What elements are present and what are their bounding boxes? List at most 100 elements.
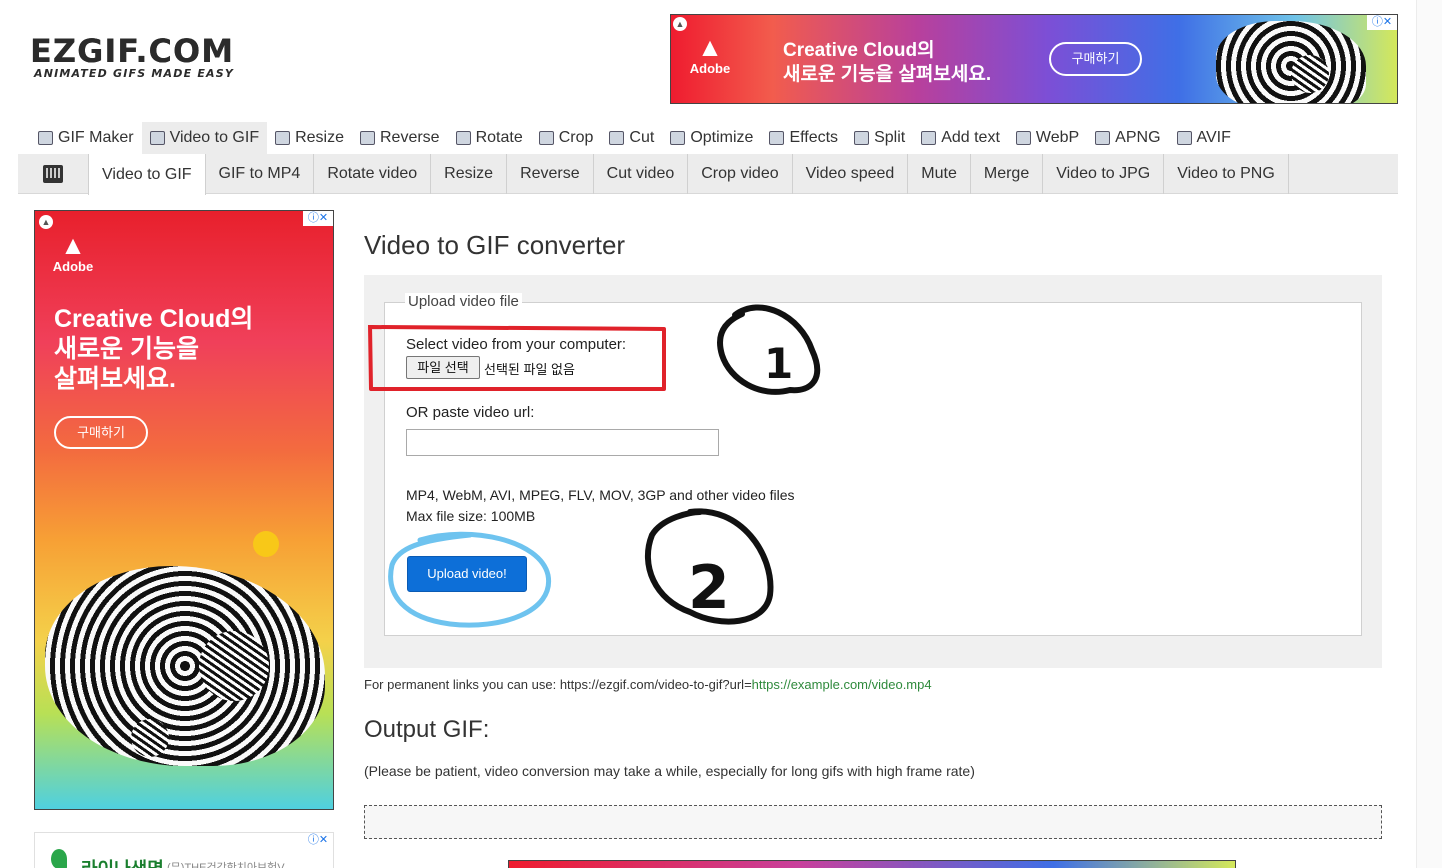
sub-nav: Video to GIF GIF to MP4 Rotate video Resize… (18, 154, 1398, 195)
ad-buy-button[interactable]: 구매하기 (54, 416, 148, 449)
main-nav-item[interactable]: WebP (1008, 122, 1087, 154)
main-nav-label: Reverse (380, 129, 440, 146)
adobe-logo-icon: ▲ (60, 230, 86, 260)
ad-close-icon[interactable]: ⓘ✕ (303, 211, 333, 226)
sub-nav-item[interactable]: Merge (971, 154, 1044, 194)
main-nav-label: GIF Maker (58, 129, 134, 146)
sub-nav-item[interactable]: Video to PNG (1164, 154, 1289, 194)
ad-buy-button[interactable]: 구매하기 (1049, 42, 1142, 76)
sub-nav-item[interactable]: Reverse (507, 154, 594, 194)
add-text-icon (921, 131, 937, 145)
ad-headline: Creative Cloud의 새로운 기능을 살펴보세요. (783, 40, 992, 85)
webp-icon (1015, 131, 1031, 145)
sub-nav-item[interactable]: Cut video (594, 154, 689, 194)
page: EZGIF.COM ANIMATED GIFS MADE EASY ▲ ▲ Ad… (0, 0, 1442, 868)
sub-nav-item[interactable]: Mute (908, 154, 971, 194)
video-icon (149, 131, 165, 145)
ad-artwork (1216, 21, 1366, 103)
main-nav-label: Optimize (690, 129, 754, 146)
sub-nav-item[interactable]: Crop video (688, 154, 793, 194)
leaf-icon (51, 849, 67, 868)
ad-artwork-ball (199, 631, 269, 701)
ad-headline: Creative Cloud의 새로운 기능을 살펴보세요. (54, 305, 254, 393)
ad-close-icon[interactable]: ⓘ✕ (303, 833, 333, 848)
main-nav-label: Resize (295, 129, 344, 146)
sub-nav-item[interactable]: Video to GIF (88, 154, 206, 195)
ad-sun-shape (253, 531, 279, 557)
left-ad-2[interactable]: ⓘ✕ 라이나생명 (무)THE건강한치아보험V (34, 832, 334, 868)
avif-icon (1176, 131, 1192, 145)
rotate-icon (455, 131, 471, 145)
site-logo[interactable]: EZGIF.COM ANIMATED GIFS MADE EASY (30, 35, 260, 80)
main-nav-label: Effects (789, 129, 839, 146)
main-nav-label: Rotate (475, 129, 523, 146)
main-nav-item[interactable]: APNG (1087, 122, 1168, 154)
ad2-title: 라이나생명 (81, 855, 164, 868)
upload-panel: Upload video file Select video from your… (364, 275, 1382, 668)
main-nav-label: Cut (629, 129, 655, 146)
main-nav-item[interactable]: Rotate (448, 122, 531, 154)
bottom-ad-banner[interactable] (508, 860, 1236, 868)
ad-artwork (45, 566, 325, 766)
upload-fieldset: Upload video file Select video from your… (384, 293, 1362, 636)
permanent-link-prefix: For permanent links you can use: https:/… (364, 677, 752, 692)
main-nav-label: Add text (941, 129, 1000, 146)
adobe-logo: ▲ Adobe (47, 227, 99, 287)
page-title: Video to GIF converter (364, 230, 626, 260)
adobe-logo: ▲ Adobe (681, 25, 739, 95)
ad-brand: Adobe (689, 61, 731, 76)
sub-nav-item[interactable]: Rotate video (314, 154, 432, 194)
film-icon-cell (18, 154, 88, 193)
gif-maker-icon (38, 131, 53, 145)
main-nav-label: Video to GIF (169, 129, 260, 146)
file-status-text: 선택된 파일 없음 (484, 362, 575, 377)
cut-icon (609, 131, 625, 145)
main-nav-item[interactable]: AVIF (1169, 122, 1239, 154)
film-icon (43, 164, 63, 183)
reverse-icon (360, 131, 375, 145)
url-label: OR paste video url: (406, 404, 535, 421)
sub-nav-item[interactable]: Video to JPG (1043, 154, 1165, 194)
upload-video-button[interactable]: Upload video! (407, 556, 527, 592)
main-nav-item[interactable]: Video to GIF (141, 122, 268, 154)
fieldset-legend: Upload video file (405, 293, 522, 310)
output-note: (Please be patient, video conversion may… (364, 763, 975, 779)
example-link[interactable]: https://example.com/video.mp4 (752, 677, 932, 692)
select-video-label: Select video from your computer: (406, 336, 627, 353)
left-ad-banner[interactable]: ▲ ⓘ✕ ▲ Adobe Creative Cloud의 새로운 기능을 살펴보… (34, 210, 334, 810)
top-ad-banner[interactable]: ▲ ▲ Adobe Creative Cloud의 새로운 기능을 살펴보세요.… (670, 14, 1398, 104)
ad2-subtitle: (무)THE건강한치아보험V (167, 862, 285, 868)
main-nav-item[interactable]: Reverse (352, 122, 448, 154)
main-nav-item[interactable]: Crop (531, 122, 602, 154)
ad-artwork-ball (1291, 55, 1329, 93)
sub-nav-item[interactable]: GIF to MP4 (206, 154, 315, 194)
max-size-text: Max file size: 100MB (406, 508, 536, 524)
choose-file-button[interactable]: 파일 선택 (406, 356, 480, 379)
video-url-input[interactable] (406, 429, 719, 456)
main-nav-label: WebP (1035, 129, 1080, 146)
split-icon (854, 131, 870, 145)
ad-brand: Adobe (52, 259, 94, 274)
permanent-link-text: For permanent links you can use: https:/… (364, 677, 932, 692)
ad-close-icon[interactable]: ⓘ✕ (1367, 15, 1397, 30)
main-nav-item[interactable]: Effects (761, 122, 846, 154)
output-title: Output GIF: (364, 716, 490, 743)
main-nav-item[interactable]: Optimize (662, 122, 761, 154)
supported-formats-text: MP4, WebM, AVI, MPEG, FLV, MOV, 3GP and … (406, 487, 795, 503)
sub-nav-item[interactable]: Resize (431, 154, 508, 194)
crop-icon (538, 131, 554, 145)
main-nav-item[interactable]: GIF Maker (30, 122, 142, 154)
main-nav-item[interactable]: Split (846, 122, 913, 154)
sub-nav-item[interactable]: Video speed (793, 154, 909, 194)
effects-icon (769, 131, 785, 145)
main-nav-item[interactable]: Resize (267, 122, 352, 154)
main-nav-item[interactable]: Add text (913, 122, 1008, 154)
adobe-logo-icon: ▲ (697, 32, 723, 62)
main-nav-item[interactable]: Cut (601, 122, 662, 154)
main-nav-label: AVIF (1196, 129, 1231, 146)
main-nav: GIF Maker Video to GIF Resize Reverse Rotate… (30, 122, 1239, 154)
scrollbar[interactable] (1416, 0, 1442, 868)
ad-artwork-ball (131, 719, 169, 757)
optimize-icon (670, 131, 686, 145)
main-nav-label: Split (874, 129, 906, 146)
